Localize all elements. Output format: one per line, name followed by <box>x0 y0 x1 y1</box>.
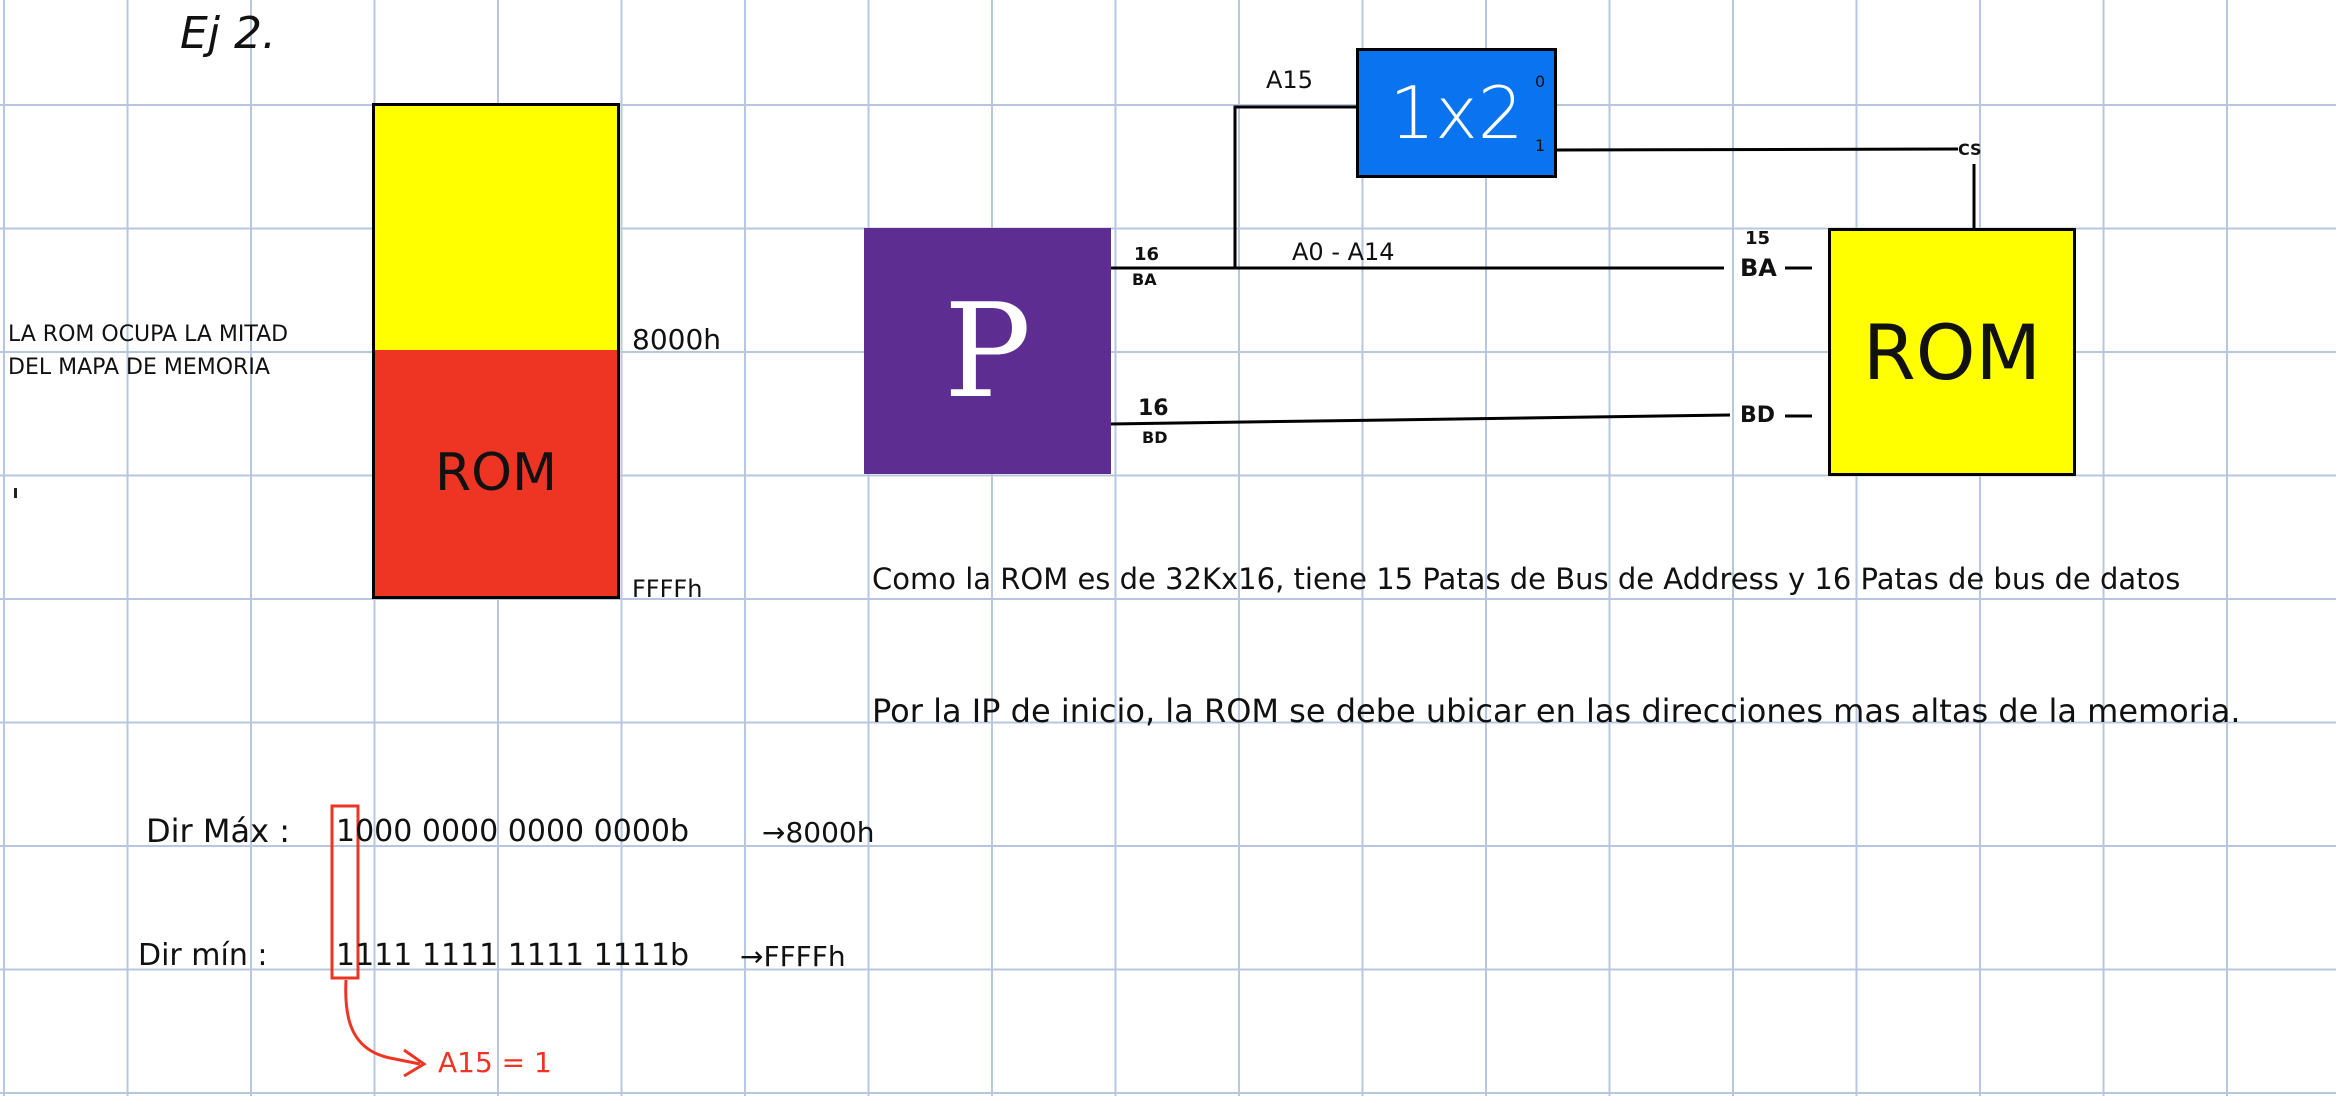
cs-label: CS <box>1958 140 1982 159</box>
decoder-out0-label: 0 <box>1535 72 1546 91</box>
decoder-block: 1x2 <box>1356 48 1557 178</box>
decoder-label: 1x2 <box>1389 71 1524 155</box>
rom-ba-label: BA <box>1740 254 1777 282</box>
ba-label: BA <box>1132 270 1157 289</box>
data-bus-wire <box>1109 413 1731 426</box>
a15-arrow <box>344 979 421 1066</box>
rom-ba-width-label: 15 <box>1745 228 1771 249</box>
dir-min-hex: →FFFFh <box>740 940 846 973</box>
dir-max-label: Dir Máx : <box>146 812 290 850</box>
dir-max-value: 1000 0000 0000 0000b <box>336 814 690 849</box>
address-bus-label: A0 - A14 <box>1292 238 1395 266</box>
dir-min-value: 1111 1111 1111 1111b <box>336 938 690 973</box>
processor-label: P <box>943 275 1032 427</box>
rom-bd-label: BD <box>1740 403 1776 428</box>
dir-min-label: Dir mín : <box>138 938 268 973</box>
note-line1: Como la ROM es de 32Kx16, tiene 15 Patas… <box>872 562 2181 596</box>
a15-result: A15 = 1 <box>438 1046 552 1079</box>
decoder-out1-label: 1 <box>1535 136 1546 155</box>
circuit-wires <box>330 105 1976 1078</box>
processor-block: P <box>864 228 1111 474</box>
rom-chip: ROM <box>1828 228 2076 476</box>
a15-wire-label: A15 <box>1266 66 1313 94</box>
bd-label: BD <box>1142 428 1168 447</box>
dir-max-hex: →8000h <box>762 816 875 849</box>
bd-width-label: 16 <box>1138 396 1169 421</box>
rom-chip-label: ROM <box>1862 307 2042 397</box>
decoder-cs-wire <box>1555 147 1959 152</box>
ba-width-label: 16 <box>1134 244 1160 265</box>
note-line2: Por la IP de inicio, la ROM se debe ubic… <box>872 692 2241 730</box>
